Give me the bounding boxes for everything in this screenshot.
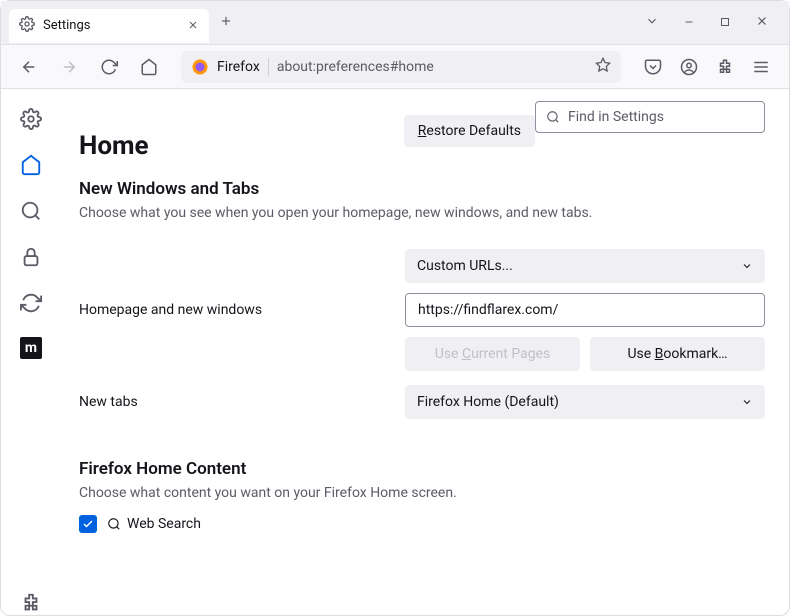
minimize-icon[interactable] [683,13,695,32]
url-brand: Firefox [217,59,260,75]
sidebar-privacy-icon[interactable] [19,245,43,269]
section-title: New Windows and Tabs [79,179,765,199]
sidebar-extensions-icon[interactable] [19,591,43,615]
homepage-url-input[interactable] [405,293,765,327]
sidebar-home-icon[interactable] [19,153,43,177]
nav-toolbar: Firefox about:preferences#home [1,45,789,89]
pocket-icon[interactable] [637,51,669,83]
account-icon[interactable] [673,51,705,83]
gear-icon [19,16,35,36]
use-bookmark-button[interactable]: Use Bookmark… [590,337,765,371]
chevron-down-icon [741,260,753,272]
reload-button[interactable] [93,51,125,83]
page-title: Home [79,101,149,161]
search-icon [546,110,560,124]
settings-search-input[interactable] [568,109,754,125]
search-icon [107,517,121,531]
titlebar: Settings [1,1,789,45]
extensions-icon[interactable] [709,51,741,83]
maximize-icon[interactable] [719,13,731,32]
settings-search[interactable] [535,101,765,133]
section2-description: Choose what content you want on your Fir… [79,485,765,501]
window-close-icon[interactable] [755,13,769,32]
back-button[interactable] [13,51,45,83]
menu-icon[interactable] [745,51,777,83]
chevron-down-icon [741,396,753,408]
use-current-pages-button[interactable]: Use Current Pages [405,337,580,371]
websearch-label: Web Search [107,516,201,532]
settings-main: Home Restore Defaults New Windows and Ta… [61,89,789,615]
new-tab-button[interactable] [219,13,233,32]
sidebar-mozilla-icon[interactable]: m [20,337,42,359]
restore-defaults-button[interactable]: Restore Defaults [404,115,535,147]
url-text: about:preferences#home [277,59,587,75]
window-controls [645,13,781,32]
firefox-icon [191,58,209,76]
bookmark-star-icon[interactable] [595,57,611,77]
homepage-label-text: Homepage and new windows [79,302,389,318]
divider [268,58,269,76]
check-icon [82,518,94,530]
browser-tab[interactable]: Settings [9,9,209,43]
tab-title: Settings [43,18,179,33]
chevron-down-icon[interactable] [645,13,659,32]
settings-sidebar: m [1,89,61,615]
sidebar-sync-icon[interactable] [19,291,43,315]
forward-button[interactable] [53,51,85,83]
sidebar-general-icon[interactable] [19,107,43,131]
sidebar-search-icon[interactable] [19,199,43,223]
newtabs-select[interactable]: Firefox Home (Default) [405,385,765,419]
newtabs-label: New tabs [79,394,389,410]
home-button[interactable] [133,51,165,83]
websearch-checkbox[interactable] [79,515,97,533]
section2-title: Firefox Home Content [79,459,765,479]
section-description: Choose what you see when you open your h… [79,205,765,221]
homepage-select[interactable]: Custom URLs... [405,249,765,283]
url-bar[interactable]: Firefox about:preferences#home [181,51,621,83]
close-icon[interactable] [187,16,199,35]
